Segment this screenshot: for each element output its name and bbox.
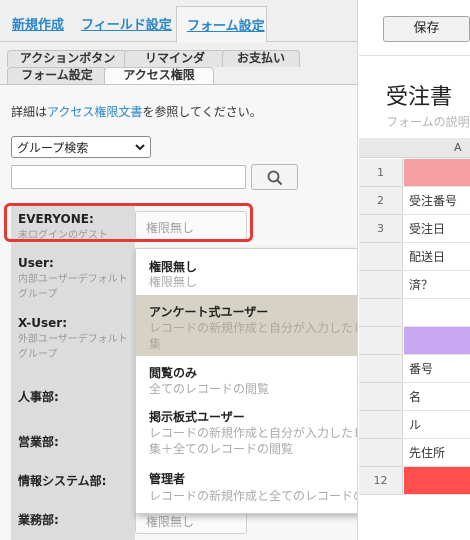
- option-desc: 権限無し: [149, 275, 198, 289]
- grid-cell[interactable]: 先住所: [404, 439, 470, 467]
- save-button[interactable]: 保存: [383, 16, 470, 42]
- subtab-action-button[interactable]: アクションボタン: [7, 50, 128, 67]
- subtab-payment[interactable]: お支払い: [222, 50, 300, 67]
- role-name: 人事部:: [18, 390, 59, 404]
- grid-cell[interactable]: ル: [404, 411, 470, 439]
- grid-cell[interactable]: [404, 159, 470, 187]
- settings-panel: 新規作成 フィールド設定 フォーム設定 アクションボタン リマインダ お支払い …: [0, 0, 358, 540]
- role-name: 情報システム部:: [18, 474, 107, 488]
- permission-dropdown: 権限無し 権限無し アンケート式ユーザー レコードの新規作成と自分が入力したレコ…: [135, 248, 358, 514]
- subtab-access-rights[interactable]: アクセス権限: [104, 67, 214, 84]
- role-row-sales: 営業部:: [11, 417, 135, 462]
- form-preview: 保存 受注書 フォームの説明 A 1 2 受注番号 3 受注日 配送日 済？ 番号名ル先住所 1…: [359, 0, 470, 540]
- search-button[interactable]: [251, 164, 298, 190]
- option-desc: レコードの新規作成と全てのレコードの編集: [149, 489, 357, 503]
- grid-cell[interactable]: 受注番号: [404, 187, 470, 215]
- column-header: A: [359, 138, 470, 158]
- tab-new[interactable]: 新規作成: [12, 14, 64, 33]
- grid-cell[interactable]: [404, 467, 470, 495]
- role-desc: 内部ユーザーデフォルトグループ: [18, 274, 128, 300]
- role-row-hr: 人事部:: [11, 372, 135, 417]
- row-number: 1: [359, 159, 403, 187]
- row-number: [359, 271, 403, 299]
- grid-cell[interactable]: 配送日: [404, 243, 470, 271]
- help-prefix: 詳細は: [11, 105, 48, 119]
- row-number: [359, 439, 403, 467]
- form-title[interactable]: 受注書: [386, 79, 452, 111]
- chevron-down-icon: [135, 144, 145, 151]
- group-search-input[interactable]: [11, 165, 246, 189]
- row-number: 3: [359, 215, 403, 243]
- group-search-value: グループ検索: [17, 141, 89, 155]
- option-desc: 全てのレコードの閲覧: [149, 382, 270, 396]
- group-search-select[interactable]: グループ検索: [11, 136, 151, 158]
- top-tab-bar: 新規作成 フィールド設定 フォーム設定: [0, 0, 357, 43]
- option-desc: レコードの新規作成と自分が入力したレコードの編集＋全てのレコードの閲覧: [149, 426, 357, 456]
- option-title: 権限無し: [149, 260, 198, 274]
- help-suffix: を参照してください。: [142, 105, 262, 119]
- help-text: 詳細はアクセス権限文書を参照してください。: [11, 103, 262, 120]
- row-number: [359, 243, 403, 271]
- search-icon: [267, 170, 283, 186]
- option-title: アンケート式ユーザー: [149, 305, 269, 319]
- row-number: [359, 411, 403, 439]
- grid-cell[interactable]: 済？: [404, 271, 470, 299]
- option-title: 掲示板式ユーザー: [149, 410, 245, 424]
- role-name: X-User:: [18, 316, 67, 330]
- row-number: [359, 383, 403, 411]
- grid-cell[interactable]: 番号: [404, 355, 470, 383]
- grid-cell[interactable]: [404, 327, 470, 355]
- form-description[interactable]: フォームの説明: [386, 113, 470, 130]
- access-rights-doc-link[interactable]: アクセス権限文書: [47, 105, 142, 119]
- role-name: 業務部:: [18, 513, 59, 527]
- option-no-permission[interactable]: 権限無し 権限無し: [136, 249, 357, 295]
- grid-cell[interactable]: 名: [404, 383, 470, 411]
- subtab-reminder[interactable]: リマインダ: [124, 50, 226, 67]
- row-number: [359, 327, 403, 355]
- row-number: [359, 299, 403, 327]
- row-number: 12: [359, 467, 403, 495]
- row-number: [359, 355, 403, 383]
- option-survey-user[interactable]: アンケート式ユーザー レコードの新規作成と自分が入力したレコードの編集: [136, 295, 358, 356]
- subtab-form-settings[interactable]: フォーム設定: [7, 67, 107, 84]
- role-name: User:: [18, 256, 54, 270]
- grid-cell[interactable]: 受注日: [404, 215, 470, 243]
- form-grid: A 1 2 受注番号 3 受注日 配送日 済？ 番号名ル先住所 12: [359, 138, 470, 540]
- role-name: 営業部:: [18, 435, 59, 449]
- option-title: 閲覧のみ: [149, 366, 198, 380]
- grid-cell[interactable]: [404, 299, 470, 327]
- role-desc: 外部ユーザーデフォルトグループ: [18, 334, 128, 360]
- option-board-user[interactable]: 掲示板式ユーザー レコードの新規作成と自分が入力したレコードの編集＋全てのレコー…: [136, 402, 357, 463]
- row-number: 2: [359, 187, 403, 215]
- role-row-x-user: X-User: 外部ユーザーデフォルトグループ: [11, 312, 135, 372]
- role-row-it: 情報システム部:: [11, 462, 135, 502]
- role-row-operations: 業務部:: [11, 502, 135, 540]
- tab-field-settings[interactable]: フィールド設定: [81, 14, 172, 33]
- option-desc: レコードの新規作成と自分が入力したレコードの編集: [149, 321, 358, 351]
- column-header-label: A: [454, 141, 462, 154]
- option-title: 管理者: [149, 472, 186, 486]
- everyone-highlight-box: [4, 203, 253, 242]
- option-view-only[interactable]: 閲覧のみ 全てのレコードの閲覧: [136, 356, 357, 402]
- toolbar-divider: [359, 55, 470, 56]
- role-row-user: User: 内部ユーザーデフォルトグループ: [11, 252, 135, 312]
- option-admin[interactable]: 管理者 レコードの新規作成と全てのレコードの編集: [136, 463, 357, 514]
- tab-form-settings[interactable]: フォーム設定: [176, 6, 267, 43]
